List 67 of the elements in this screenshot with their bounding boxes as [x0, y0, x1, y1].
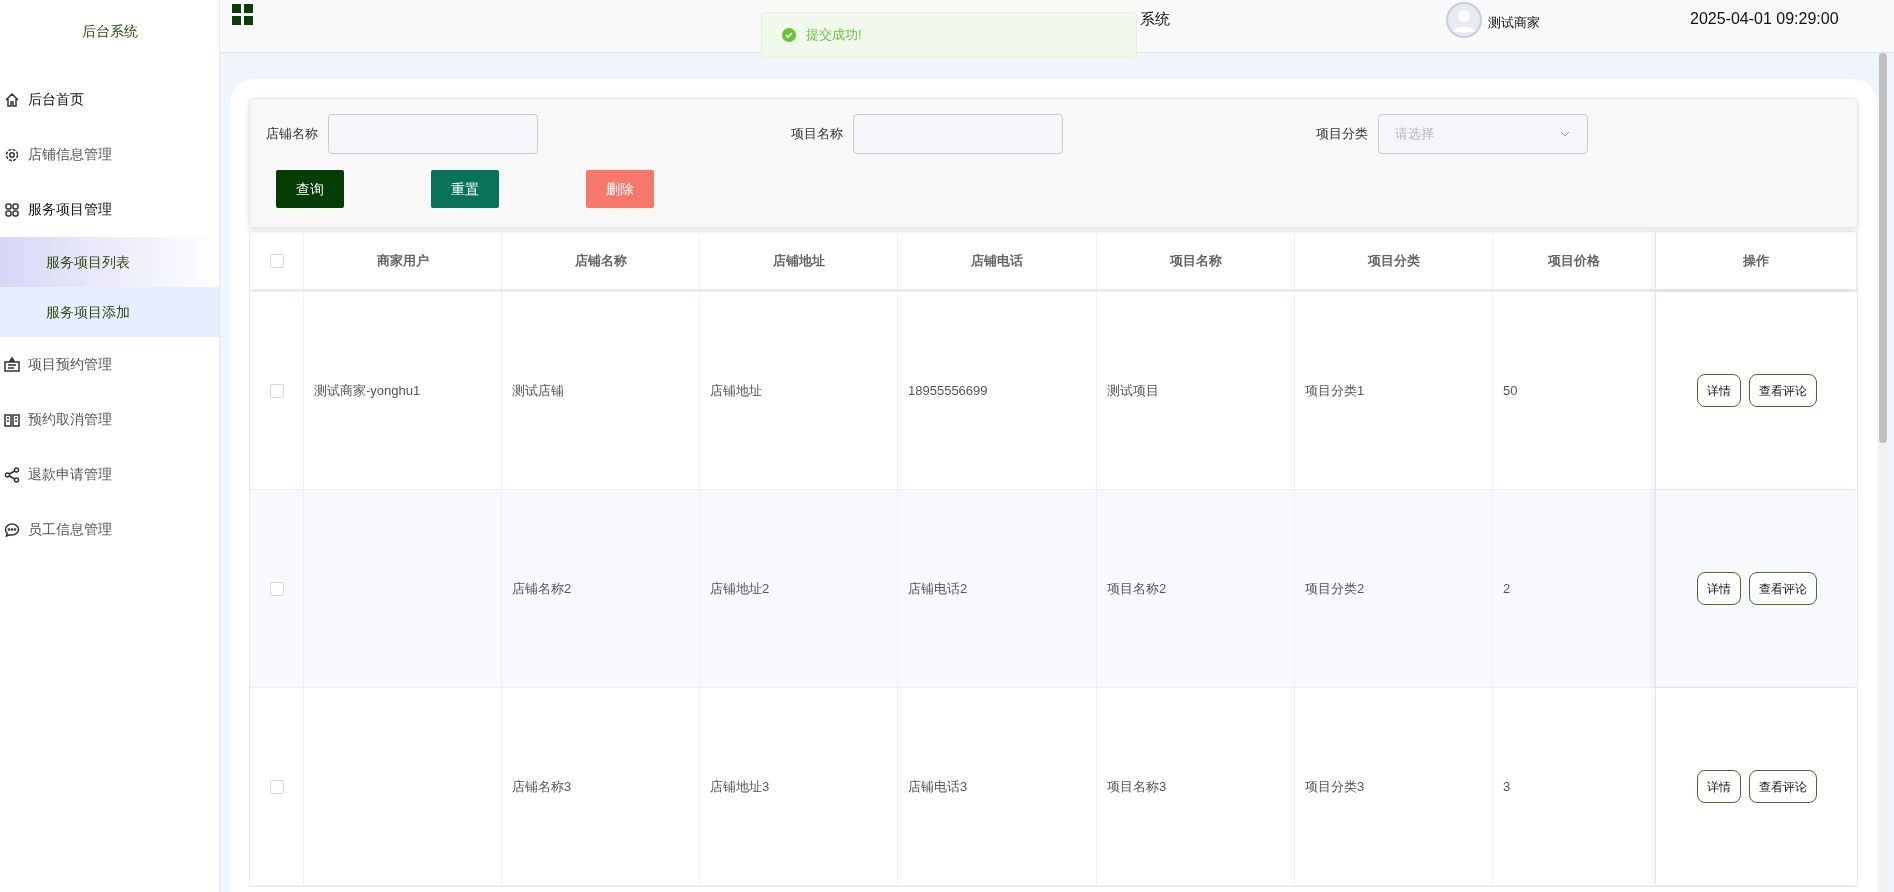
- table-cell-text: 测试项目: [1107, 381, 1159, 400]
- user-name: 测试商家: [1488, 14, 1540, 33]
- row-checkbox[interactable]: [269, 581, 284, 596]
- check-circle-icon: [782, 28, 796, 42]
- search-field[interactable]: [328, 114, 538, 154]
- table-cell-text: 测试商家-yonghu1: [314, 381, 421, 400]
- success-toast: 提交成功!: [761, 12, 1137, 58]
- table-cell-text: 店铺地址3: [710, 777, 770, 796]
- column-header: 店铺地址: [772, 251, 825, 270]
- sidebar-item[interactable]: 员工信息管理: [0, 502, 219, 557]
- table-cell-text: 2: [1503, 579, 1511, 598]
- home-icon: [4, 91, 20, 108]
- column-header: 操作: [1743, 251, 1769, 270]
- table-cell-text: 项目分类3: [1305, 777, 1365, 796]
- share-icon: [4, 466, 20, 483]
- table-cell-text: 店铺名称3: [512, 777, 572, 796]
- sidebar-item[interactable]: 店铺信息管理: [0, 127, 219, 182]
- row-action-button[interactable]: 查看评论: [1748, 572, 1817, 605]
- sidebar-item[interactable]: 预约取消管理: [0, 392, 219, 447]
- table-cell-text: 店铺电话2: [908, 579, 968, 598]
- table-cell-text: 店铺地址: [710, 381, 762, 400]
- row-action-button[interactable]: 查看评论: [1748, 770, 1817, 803]
- signboard-icon: [4, 356, 20, 373]
- row-action-button[interactable]: 查看评论: [1748, 374, 1817, 407]
- field-label: 店铺名称: [266, 125, 318, 144]
- row-checkbox[interactable]: [269, 779, 284, 794]
- table-cell-text: 项目分类2: [1305, 579, 1365, 598]
- table-cell-text: 18955556699: [908, 381, 988, 400]
- action-button[interactable]: 重置: [431, 170, 499, 208]
- row-checkbox[interactable]: [269, 383, 284, 398]
- sidebar-title: 后台系统: [80, 21, 139, 41]
- column-header: 项目价格: [1548, 251, 1600, 270]
- column-header: 项目分类: [1367, 251, 1420, 270]
- table-cell-text: 测试店铺: [512, 381, 564, 400]
- field-label: 项目分类: [1316, 125, 1368, 144]
- sidebar-item[interactable]: 后台首页: [0, 72, 219, 127]
- table-cell-text: 店铺名称2: [512, 579, 572, 598]
- column-header: 项目名称: [1169, 251, 1222, 270]
- field-label: 项目名称: [791, 125, 843, 144]
- gear-icon: [4, 146, 20, 163]
- grid-icon: [4, 201, 20, 218]
- scrollbar[interactable]: [1879, 53, 1887, 892]
- column-header: 店铺名称: [574, 251, 627, 270]
- table-cell-text: 3: [1503, 777, 1511, 796]
- chat-icon: [4, 521, 20, 538]
- system-title: 系统: [1140, 9, 1170, 29]
- sidebar-subitem[interactable]: 服务项目添加: [0, 287, 219, 337]
- sidebar-item[interactable]: 项目预约管理: [0, 337, 219, 392]
- column-header: 商家用户: [376, 251, 429, 270]
- grid-logo-icon[interactable]: [232, 4, 254, 26]
- action-button[interactable]: 查询: [276, 170, 344, 208]
- column-header: 店铺电话: [971, 251, 1023, 270]
- table-cell-text: 项目名称3: [1107, 777, 1167, 796]
- row-action-button[interactable]: 详情: [1696, 770, 1741, 803]
- search-field[interactable]: [853, 114, 1063, 154]
- table-cell-text: 店铺地址2: [710, 579, 770, 598]
- select-all-checkbox[interactable]: [269, 253, 284, 268]
- sidebar-item[interactable]: 退款申请管理: [0, 447, 219, 502]
- table-cell-text: 项目分类1: [1305, 381, 1365, 400]
- table-cell-text: 项目名称2: [1107, 579, 1167, 598]
- table-cell-text: 50: [1503, 381, 1518, 400]
- table-cell-text: 店铺电话3: [908, 777, 968, 796]
- row-action-button[interactable]: 详情: [1696, 374, 1741, 407]
- sidebar-item[interactable]: 服务项目管理: [0, 182, 219, 237]
- row-action-button[interactable]: 详情: [1696, 572, 1741, 605]
- book-icon: [4, 411, 20, 428]
- datetime: 2025-04-01 09:29:00: [1690, 9, 1839, 29]
